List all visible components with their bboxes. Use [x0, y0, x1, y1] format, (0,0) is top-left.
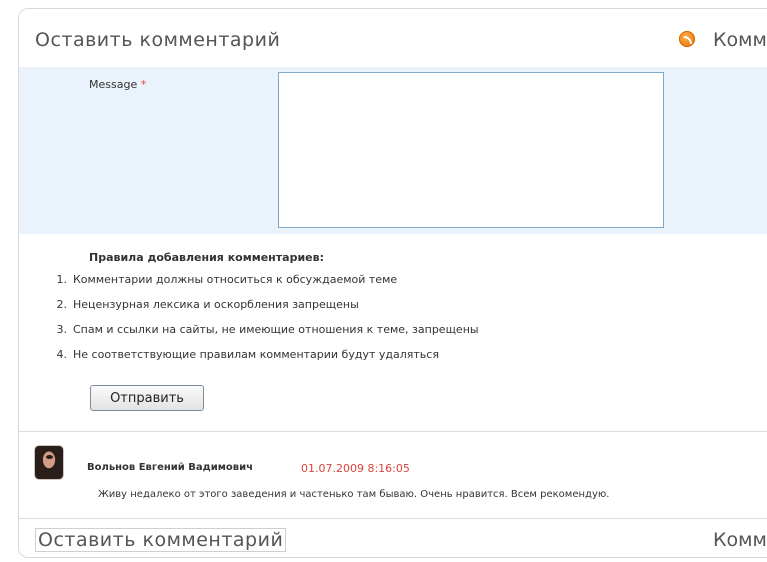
comments-heading-footer[interactable]: Комм — [713, 529, 767, 551]
comment-form-footer: Оставить комментарий Комм — [19, 518, 767, 557]
rules-list: 1. Комментарии должны относиться к обсужд… — [19, 273, 479, 373]
comment-item: Вольнов Евгений Вадимович 01.07.2009 8:1… — [19, 432, 767, 518]
comments-heading[interactable]: Комм — [713, 29, 767, 51]
comment-date: 01.07.2009 8:16:05 — [301, 462, 410, 475]
avatar — [35, 446, 63, 479]
comment-rules: Правила добавления комментариев: 1. Комме… — [19, 235, 767, 431]
rule-item: 1. Комментарии должны относиться к обсужд… — [56, 273, 398, 286]
message-textarea[interactable] — [278, 72, 664, 228]
message-label: Message * — [89, 78, 147, 91]
rss-icon[interactable] — [679, 31, 695, 47]
rule-item: 4. Не соответствующие правилам комментари… — [56, 348, 439, 361]
leave-comment-link[interactable]: Оставить комментарий — [35, 528, 287, 552]
rule-item: 3. Спам и ссылки на сайты, не имеющие отн… — [56, 323, 479, 336]
submit-button[interactable]: Отправить — [90, 385, 204, 411]
comment-form: Message * — [19, 67, 767, 234]
leave-comment-title[interactable]: Оставить комментарий — [35, 29, 280, 51]
required-mark: * — [140, 78, 147, 91]
rule-item: 2. Нецензурная лексика и оскорбления запр… — [56, 298, 359, 311]
comment-form-header: Оставить комментарий Комм — [19, 9, 767, 68]
comments-panel: Оставить комментарий Комм Message * Прав… — [18, 8, 767, 558]
rules-title: Правила добавления комментариев: — [89, 251, 324, 264]
comment-author: Вольнов Евгений Вадимович — [87, 462, 253, 473]
comment-text: Живу недалеко от этого заведения и часте… — [98, 489, 610, 500]
